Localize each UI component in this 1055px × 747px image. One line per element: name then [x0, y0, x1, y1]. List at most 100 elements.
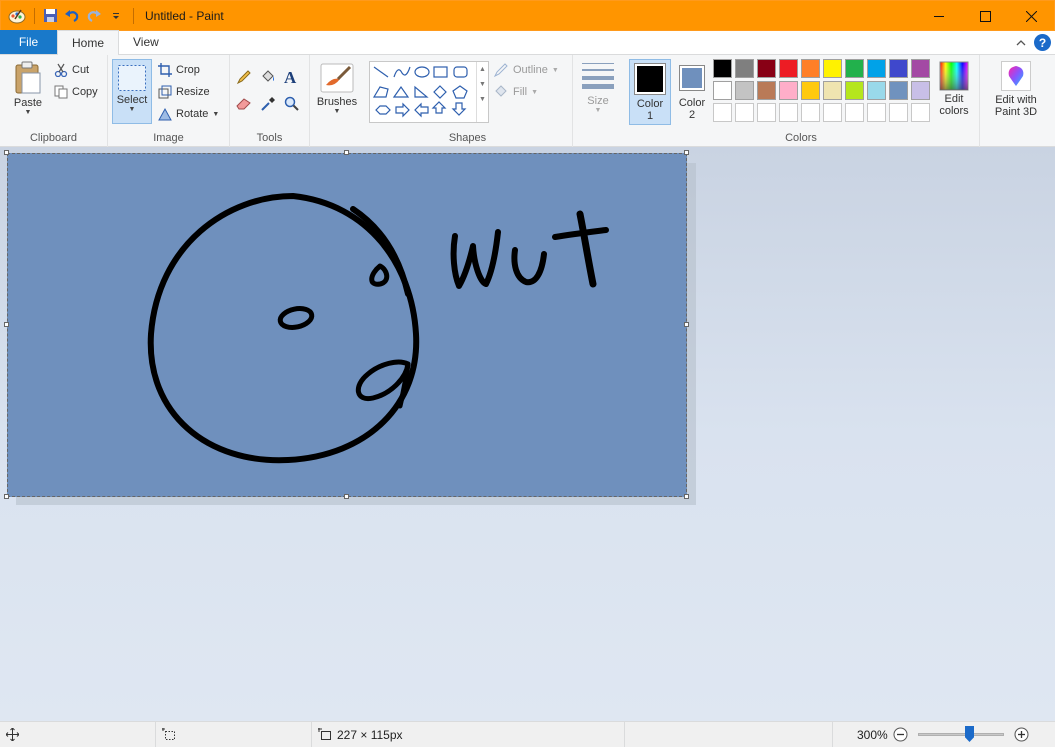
canvas-workspace[interactable]: [0, 147, 1055, 721]
color-palette: [713, 59, 935, 127]
fill-bucket-icon[interactable]: [260, 69, 276, 85]
color2-number: 2: [688, 109, 696, 121]
palette-swatch[interactable]: [845, 59, 864, 78]
copy-label: Copy: [72, 86, 98, 98]
select-button[interactable]: Select ▼: [112, 59, 152, 124]
gallery-expand-icon[interactable]: ▼: [477, 96, 488, 103]
resize-handle-top-left[interactable]: [4, 150, 9, 155]
resize-handle-bottom-left[interactable]: [4, 494, 9, 499]
resize-handle-left[interactable]: [4, 322, 9, 327]
outline-dropdown-icon: ▼: [551, 66, 559, 74]
color2-swatch: [682, 68, 702, 88]
palette-swatch[interactable]: [779, 59, 798, 78]
resize-handle-top[interactable]: [344, 150, 349, 155]
size-button[interactable]: Size ▼: [579, 61, 617, 114]
color1-label: Color: [636, 98, 664, 110]
zoom-in-icon[interactable]: [1014, 727, 1029, 742]
outline-button[interactable]: Outline ▼: [493, 61, 559, 79]
palette-swatch[interactable]: [757, 81, 776, 100]
palette-swatch[interactable]: [735, 59, 754, 78]
cut-button[interactable]: Cut: [54, 61, 89, 79]
palette-swatch[interactable]: [779, 103, 798, 122]
shapes-gallery[interactable]: ▲ ▼ ▼: [369, 61, 489, 123]
palette-swatch[interactable]: [823, 59, 842, 78]
zoom-out-icon[interactable]: [893, 727, 908, 742]
rotate-button[interactable]: Rotate ▼: [158, 105, 219, 123]
rotate-label: Rotate: [176, 108, 209, 120]
palette-swatch[interactable]: [801, 103, 820, 122]
customize-qat-icon[interactable]: [106, 6, 126, 26]
palette-swatch[interactable]: [911, 81, 930, 100]
resize-button[interactable]: Resize: [158, 83, 210, 101]
palette-swatch[interactable]: [867, 103, 886, 122]
eraser-icon[interactable]: [236, 97, 252, 111]
edit-with-paint3d-button[interactable]: Edit with Paint 3D: [984, 61, 1048, 118]
tab-file[interactable]: File: [0, 30, 57, 54]
palette-swatch[interactable]: [889, 59, 908, 78]
redo-icon[interactable]: [84, 6, 104, 26]
resize-handle-top-right[interactable]: [684, 150, 689, 155]
zoom-slider-thumb[interactable]: [965, 726, 974, 742]
help-icon[interactable]: ?: [1034, 34, 1051, 51]
palette-swatch[interactable]: [889, 103, 908, 122]
paint-app-icon[interactable]: [7, 6, 27, 26]
maximize-button[interactable]: [962, 1, 1008, 31]
minimize-icon: [933, 15, 944, 17]
palette-swatch[interactable]: [823, 103, 842, 122]
tab-home[interactable]: Home: [57, 30, 120, 55]
palette-swatch[interactable]: [867, 81, 886, 100]
palette-swatch[interactable]: [757, 103, 776, 122]
palette-swatch[interactable]: [757, 59, 776, 78]
palette-swatch[interactable]: [911, 103, 930, 122]
palette-swatch[interactable]: [845, 81, 864, 100]
palette-swatch[interactable]: [889, 81, 908, 100]
shapes-gallery-scroll[interactable]: ▲ ▼ ▼: [476, 62, 488, 122]
edit-colors-button[interactable]: Edit colors: [933, 61, 975, 117]
resize-handle-right[interactable]: [684, 322, 689, 327]
gallery-scroll-down-icon[interactable]: ▼: [477, 81, 488, 88]
collapse-ribbon-icon[interactable]: [1016, 38, 1026, 48]
minimize-button[interactable]: [916, 1, 962, 31]
palette-swatch[interactable]: [735, 103, 754, 122]
color1-swatch-frame: [634, 63, 666, 95]
paste-button[interactable]: Paste ▼: [6, 61, 50, 116]
palette-swatch[interactable]: [801, 81, 820, 100]
save-icon[interactable]: [40, 6, 60, 26]
fill-button[interactable]: Fill ▼: [493, 83, 538, 101]
palette-swatch[interactable]: [823, 81, 842, 100]
drawing-canvas[interactable]: [7, 153, 687, 497]
resize-handle-bottom[interactable]: [344, 494, 349, 499]
copy-button[interactable]: Copy: [54, 83, 98, 101]
selection-size-icon: [162, 728, 175, 740]
tab-view[interactable]: View: [119, 30, 173, 54]
brush-icon: [320, 61, 354, 93]
brushes-button[interactable]: Brushes ▼: [314, 61, 360, 115]
color1-button[interactable]: Color 1: [629, 59, 671, 125]
window-title: Untitled - Paint: [145, 8, 224, 23]
palette-swatch[interactable]: [713, 103, 732, 122]
gallery-scroll-up-icon[interactable]: ▲: [477, 66, 488, 73]
colors-group: Color 1 Color 2 Edit colors Colors: [623, 55, 980, 147]
close-button[interactable]: [1008, 1, 1054, 31]
scissors-icon: [54, 63, 68, 77]
palette-swatch[interactable]: [867, 59, 886, 78]
rotate-dropdown-icon: ▼: [212, 110, 220, 118]
undo-icon[interactable]: [62, 6, 82, 26]
zoom-slider[interactable]: [918, 726, 1004, 742]
color-picker-icon[interactable]: [260, 96, 276, 112]
text-tool-icon[interactable]: A: [284, 68, 296, 88]
palette-swatch[interactable]: [735, 81, 754, 100]
outline-icon: [493, 62, 509, 78]
palette-swatch[interactable]: [713, 81, 732, 100]
magnifier-icon[interactable]: [284, 96, 300, 112]
palette-swatch[interactable]: [779, 81, 798, 100]
palette-swatch[interactable]: [713, 59, 732, 78]
resize-handle-bottom-right[interactable]: [684, 494, 689, 499]
pencil-icon[interactable]: [236, 69, 252, 85]
palette-swatch[interactable]: [801, 59, 820, 78]
palette-swatch[interactable]: [911, 59, 930, 78]
crop-button[interactable]: Crop: [158, 61, 200, 79]
palette-swatch[interactable]: [845, 103, 864, 122]
close-icon: [1025, 10, 1037, 22]
color2-button[interactable]: Color 2: [673, 62, 711, 121]
